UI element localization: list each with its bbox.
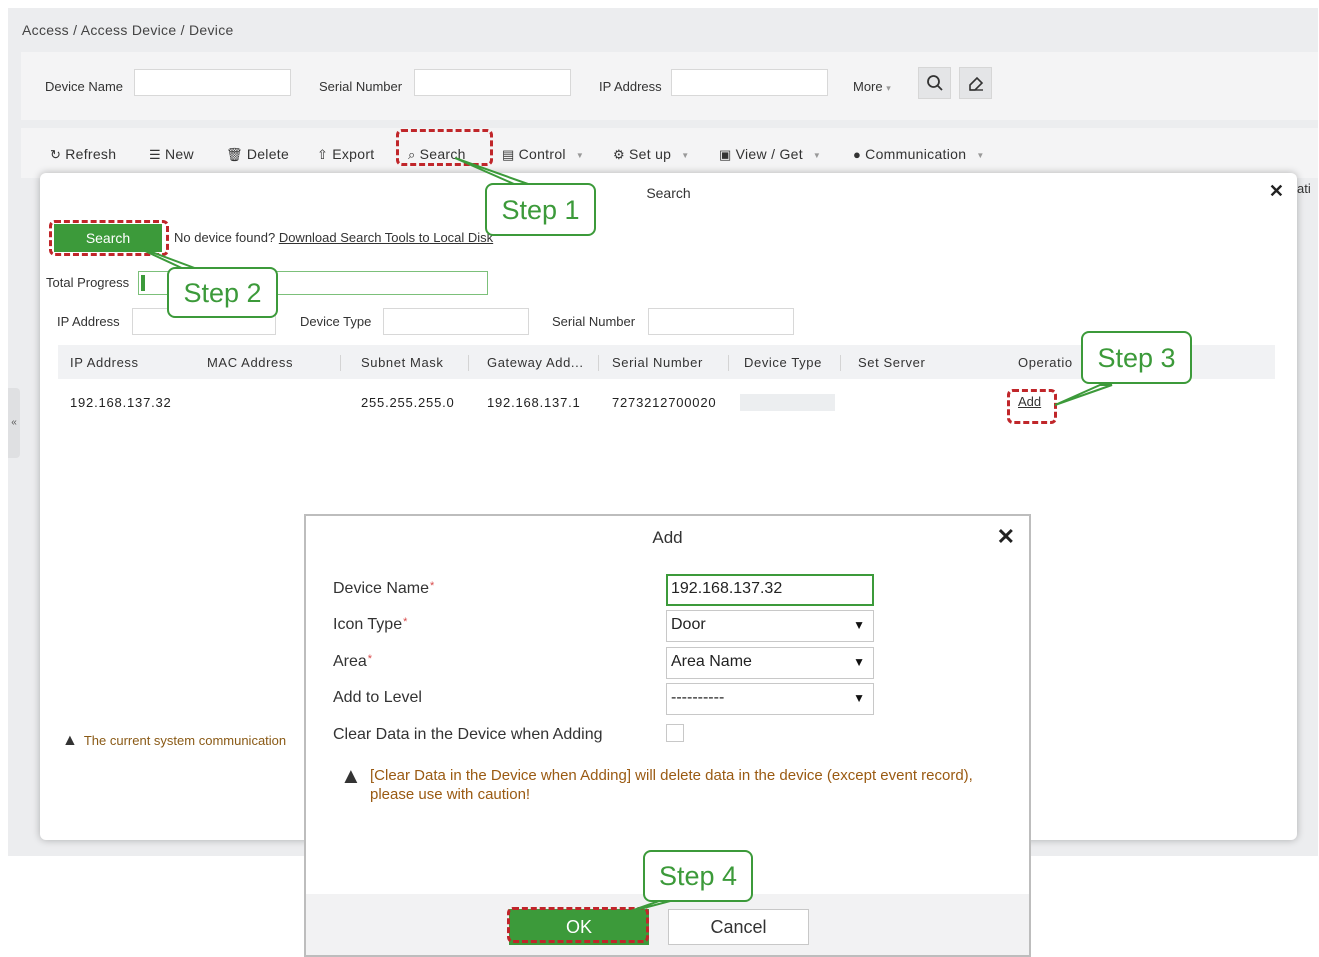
step-3-callout: Step 3 <box>1081 331 1192 384</box>
callout-connectors <box>129 157 1113 914</box>
step-4-callout: Step 4 <box>643 850 753 902</box>
step-1-callout: Step 1 <box>485 183 596 236</box>
step-2-callout: Step 2 <box>167 267 278 318</box>
